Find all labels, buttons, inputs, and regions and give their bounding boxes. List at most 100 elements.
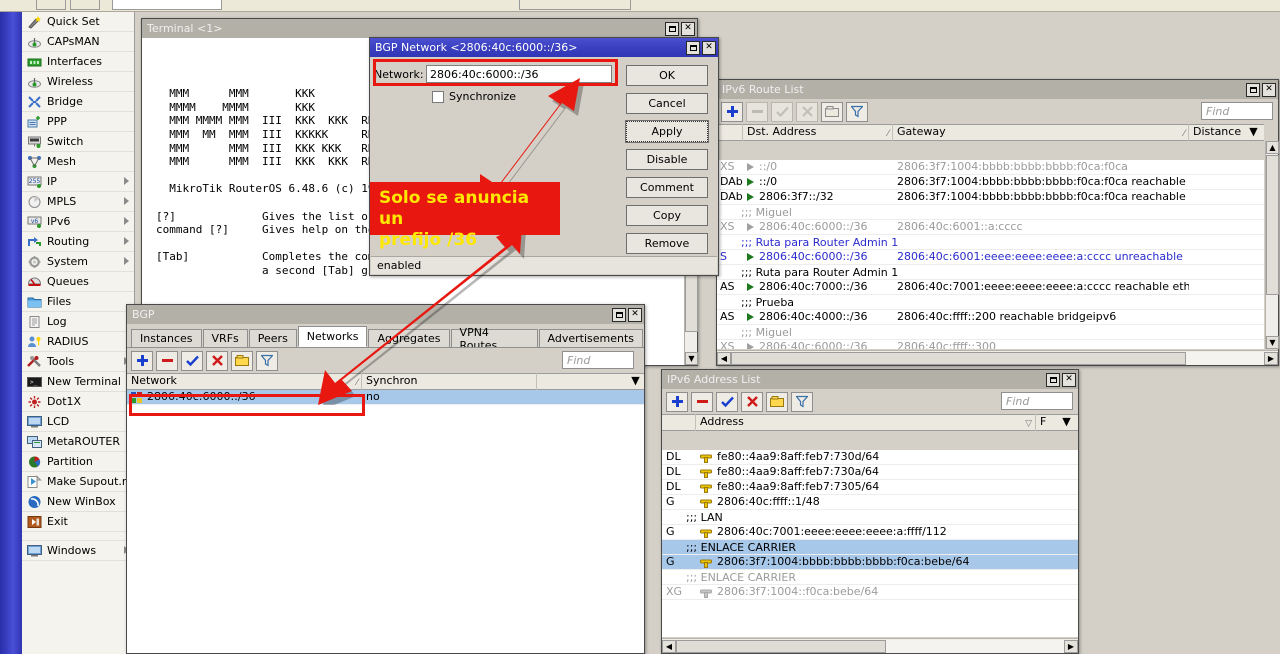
tab-peers[interactable]: Peers [249, 329, 297, 347]
comment-row[interactable]: ;;; Ruta para Router Admin 1 [717, 265, 1264, 280]
toolbar-button-3[interactable] [519, 0, 631, 10]
filter-button[interactable] [846, 102, 868, 122]
sidebar-item-mpls[interactable]: MPLS [22, 192, 134, 212]
comment-row[interactable]: ;;; ENLACE CARRIER [662, 570, 1078, 585]
hscroll-track[interactable] [676, 640, 1064, 653]
sidebar-item-queues[interactable]: Queues [22, 272, 134, 292]
sidebar-item-ipv6[interactable]: v6IPv6 [22, 212, 134, 232]
table-row[interactable]: XG2806:3f7:1004::f0ca:bebe/64 [662, 585, 1078, 600]
bgp-col-network[interactable]: Network ⁄ [127, 373, 362, 390]
table-row[interactable]: DLfe80::4aa9:8aff:feb7:730a/64 [662, 465, 1078, 480]
filter-button[interactable] [791, 392, 813, 412]
ok-button[interactable]: OK [626, 65, 708, 86]
comment-button[interactable] [231, 351, 253, 371]
add-button[interactable] [666, 392, 688, 412]
tab-vpn4-routes[interactable]: VPN4 Routes [451, 329, 538, 347]
enable-button[interactable] [181, 351, 203, 371]
comment-row[interactable]: ;;; LAN [662, 510, 1078, 525]
maximize-icon[interactable] [612, 308, 626, 322]
sidebar-item-switch[interactable]: Switch [22, 132, 134, 152]
table-row[interactable]: DAb2806:3f7::/322806:3f7:1004:bbbb:bbbb:… [717, 190, 1264, 205]
hscroll-track[interactable] [731, 352, 1264, 365]
bgp-title-bar[interactable]: BGP ✕ [127, 305, 644, 324]
disable-button[interactable]: Disable [626, 149, 708, 170]
sidebar-item-capsman[interactable]: CAPsMAN [22, 32, 134, 52]
close-icon[interactable]: ✕ [681, 22, 695, 36]
tab-advertisements[interactable]: Advertisements [539, 329, 643, 347]
scroll-left-button[interactable]: ◀ [717, 352, 731, 365]
scroll-down-button[interactable]: ▼ [1266, 336, 1279, 349]
copy-button[interactable]: Copy [626, 205, 708, 226]
sidebar-item-dot1x[interactable]: Dot1X [22, 392, 134, 412]
route-list-title-bar[interactable]: IPv6 Route List ✕ [717, 80, 1278, 99]
table-row[interactable]: G2806:40c:ffff::1/48 [662, 495, 1078, 510]
table-row[interactable]: AS2806:40c:4000::/362806:40c:ffff::200 r… [717, 310, 1264, 325]
synchronize-checkbox[interactable] [432, 91, 444, 103]
sidebar-item-log[interactable]: Log [22, 312, 134, 332]
hscroll-thumb[interactable] [731, 352, 1186, 365]
comment-row[interactable]: ;;; Miguel [717, 205, 1264, 220]
sidebar-item-exit[interactable]: Exit [22, 512, 134, 532]
enable-button[interactable] [771, 102, 793, 122]
table-row[interactable]: DLfe80::4aa9:8aff:feb7:730d/64 [662, 450, 1078, 465]
sidebar-item-files[interactable]: Files [22, 292, 134, 312]
table-row[interactable]: XS2806:40c:6000::/362806:40c:6001::a:ccc… [717, 220, 1264, 235]
column-menu-button[interactable]: ▼ [1058, 414, 1075, 431]
find-input[interactable]: Find [1001, 392, 1073, 410]
remove-button[interactable] [156, 351, 178, 371]
ipv6-address-list-window[interactable]: IPv6 Address List ✕ [661, 369, 1079, 654]
sidebar-item-lcd[interactable]: LCD [22, 412, 134, 432]
comment-row[interactable]: ;;; Prueba [717, 295, 1264, 310]
hscroll-thumb[interactable] [676, 640, 886, 653]
table-row[interactable]: DLfe80::4aa9:8aff:feb7:7305/64 [662, 480, 1078, 495]
sidebar-item-routing[interactable]: Routing [22, 232, 134, 252]
route-list-horizontal-scrollbar[interactable]: ◀ ▶ [717, 350, 1278, 365]
sidebar-item-ip[interactable]: 255IP [22, 172, 134, 192]
disable-button[interactable] [741, 392, 763, 412]
find-input[interactable]: Find [562, 351, 634, 369]
scroll-right-button[interactable]: ▶ [1264, 352, 1278, 365]
route-col-distance[interactable]: Distance [1189, 124, 1245, 141]
scroll-left-button[interactable]: ◀ [662, 640, 676, 653]
sidebar-item-ppp[interactable]: PPP [22, 112, 134, 132]
table-row[interactable]: G2806:3f7:1004:bbbb:bbbb:bbbb:f0ca:bebe/… [662, 555, 1078, 570]
remove-button[interactable] [746, 102, 768, 122]
tab-networks[interactable]: Networks [298, 326, 368, 347]
address-col-address[interactable]: Address ▽ [696, 414, 1036, 431]
comment-button[interactable]: Comment [626, 177, 708, 198]
table-row[interactable]: AS2806:40c:7000::/362806:40c:7001:eeee:e… [717, 280, 1264, 295]
sidebar-item-quick-set[interactable]: Quick Set [22, 12, 134, 32]
terminal-title-bar[interactable]: Terminal <1> ✕ [142, 19, 697, 38]
find-input[interactable]: Find [1201, 102, 1273, 120]
comment-row[interactable]: ;;; ENLACE CARRIER [662, 540, 1078, 555]
sidebar-item-mesh[interactable]: Mesh [22, 152, 134, 172]
sidebar-item-radius[interactable]: RADIUS [22, 332, 134, 352]
apply-button[interactable]: Apply [626, 121, 708, 142]
comment-row[interactable]: ;;; Miguel [717, 325, 1264, 340]
comment-button[interactable] [821, 102, 843, 122]
sidebar-item-metarouter[interactable]: MetaROUTER [22, 432, 134, 452]
table-row[interactable]: DAb::/02806:3f7:1004:bbbb:bbbb:bbbb:f0ca… [717, 175, 1264, 190]
sidebar-item-new-winbox[interactable]: New WinBox [22, 492, 134, 512]
maximize-icon[interactable] [1046, 373, 1060, 387]
sidebar-item-partition[interactable]: Partition [22, 452, 134, 472]
remove-button[interactable]: Remove [626, 233, 708, 254]
sidebar-item-wireless[interactable]: Wireless [22, 72, 134, 92]
close-icon[interactable]: ✕ [1062, 373, 1076, 387]
maximize-icon[interactable] [686, 41, 700, 55]
address-col-f[interactable]: F [1036, 414, 1058, 431]
scroll-up-button[interactable]: ▲ [1266, 141, 1279, 154]
table-row[interactable]: S2806:40c:6000::/362806:40c:6001:eeee:ee… [717, 250, 1264, 265]
maximize-icon[interactable] [665, 22, 679, 36]
bgp-window[interactable]: BGP ✕ InstancesVRFsPeersNetworksAggregat… [126, 304, 645, 654]
close-icon[interactable]: ✕ [702, 41, 716, 55]
toolbar-button-2[interactable] [70, 0, 100, 10]
tab-aggregates[interactable]: Aggregates [368, 329, 449, 347]
bgp-col-synchronize[interactable]: Synchron [362, 373, 537, 390]
cancel-button[interactable]: Cancel [626, 93, 708, 114]
remove-button[interactable] [691, 392, 713, 412]
add-button[interactable] [721, 102, 743, 122]
ipv6-route-list-window[interactable]: IPv6 Route List ✕ [716, 79, 1279, 366]
table-row[interactable]: XS2806:40c:6000::/362806:40c:ffff::300 [717, 340, 1264, 349]
scroll-right-button[interactable]: ▶ [1064, 640, 1078, 653]
